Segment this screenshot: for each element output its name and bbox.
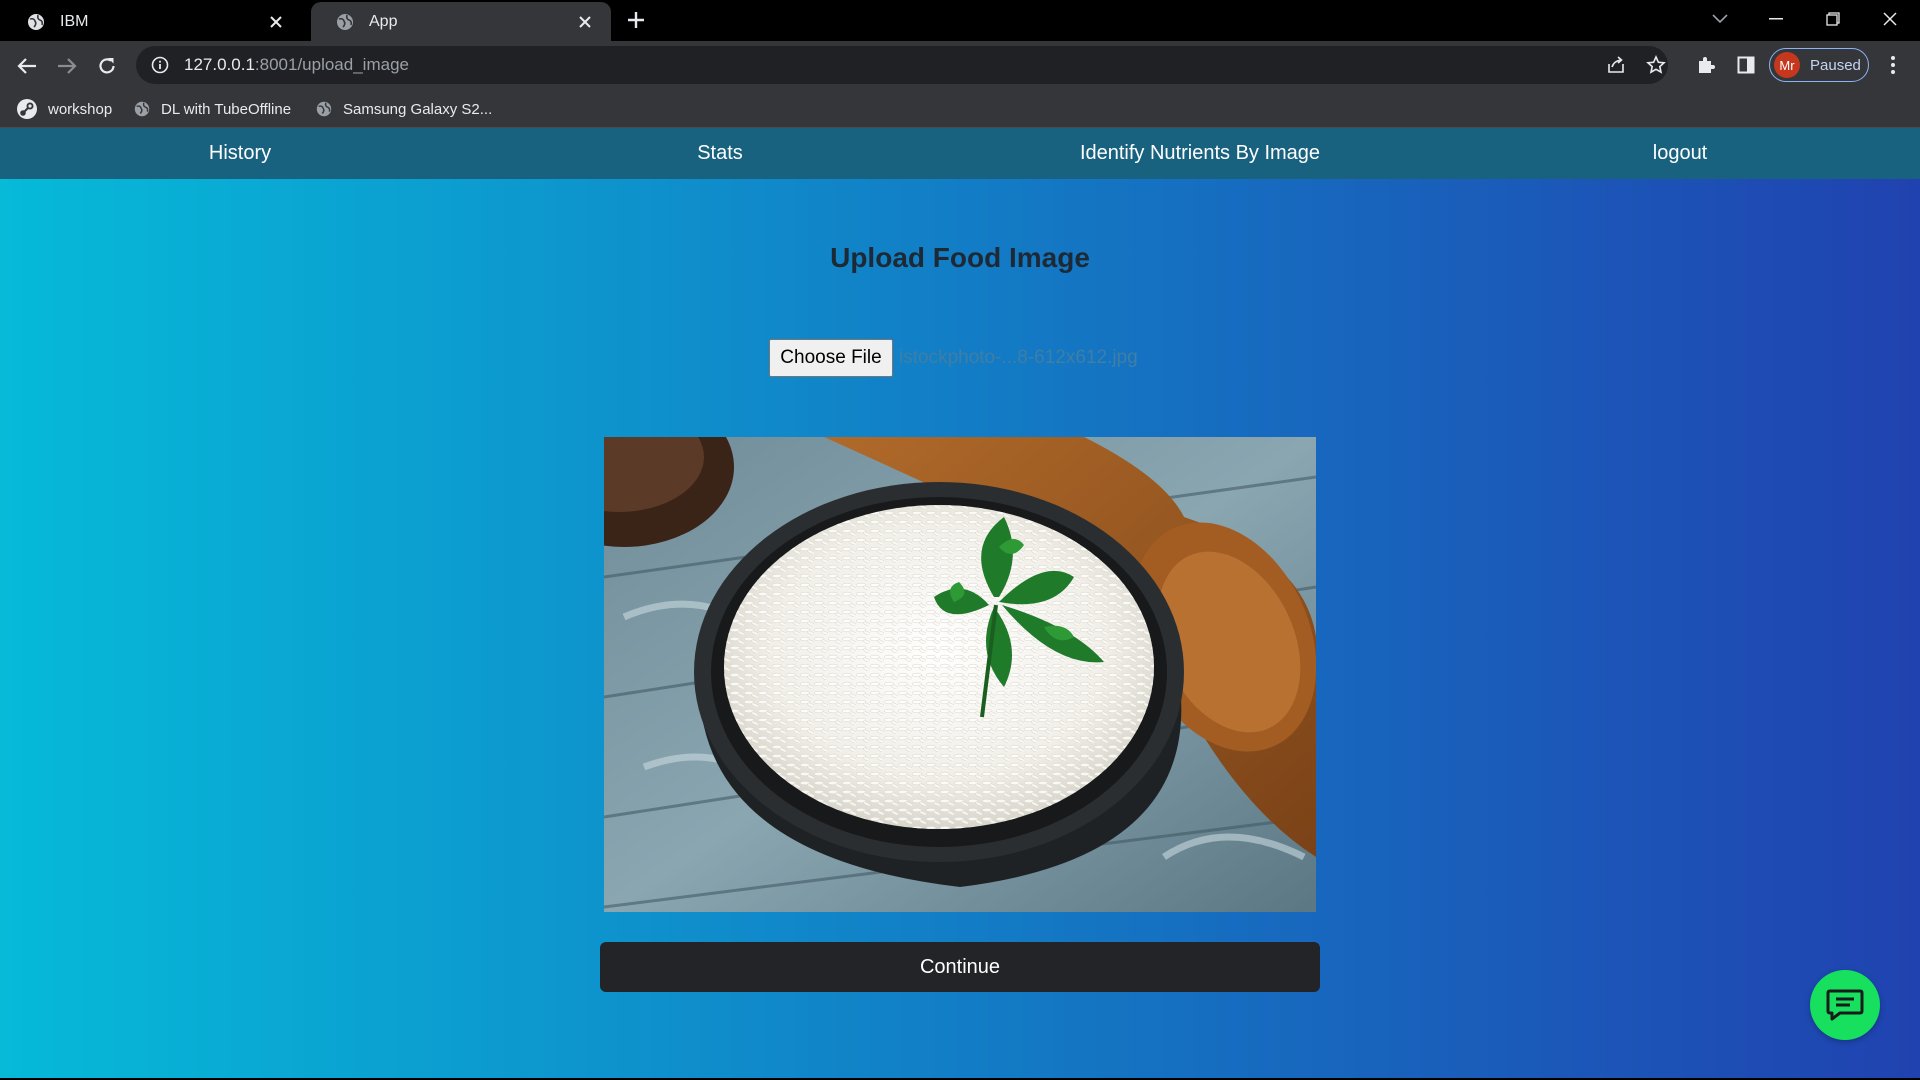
globe-icon [337, 13, 353, 30]
profile-button[interactable]: Mr Paused [1769, 48, 1869, 82]
bookmark-label: Samsung Galaxy S2... [343, 100, 493, 118]
browser-toolbar: 127.0.0.1:8001/upload_image Mr Paused [0, 41, 1920, 90]
nav-stats[interactable]: Stats [480, 128, 960, 179]
app-navbar: History Stats Identify Nutrients By Imag… [0, 128, 1920, 179]
chat-icon [1826, 989, 1864, 1021]
close-window-icon[interactable] [1862, 0, 1918, 38]
info-icon[interactable] [150, 55, 170, 75]
url-host: 127.0.0.1 [184, 55, 255, 74]
chat-button[interactable] [1810, 970, 1880, 1040]
bookmark-label: DL with TubeOffline [161, 100, 292, 118]
file-input[interactable]: Choose File istockphoto-...8-612x612.jpg [769, 339, 1138, 377]
globe-icon [134, 101, 150, 117]
extensions-icon[interactable] [1694, 53, 1718, 77]
avatar: Mr [1774, 52, 1800, 78]
steam-icon [17, 99, 37, 119]
bookmark-label: workshop [48, 100, 113, 118]
continue-button[interactable]: Continue [600, 942, 1320, 992]
forward-icon[interactable] [50, 49, 84, 83]
browser-tab-ibm[interactable]: IBM [2, 2, 302, 41]
new-tab-button[interactable] [622, 6, 650, 34]
menu-dots-icon[interactable] [1881, 53, 1905, 77]
address-bar[interactable]: 127.0.0.1:8001/upload_image [136, 46, 1668, 84]
bookmark-star-icon[interactable] [1646, 55, 1666, 75]
globe-icon [28, 13, 44, 30]
page-title: Upload Food Image [830, 242, 1090, 273]
globe-icon [316, 101, 332, 117]
close-icon[interactable] [573, 10, 597, 34]
share-icon[interactable] [1606, 55, 1626, 75]
nav-history[interactable]: History [0, 128, 480, 179]
choose-file-button[interactable]: Choose File [769, 339, 893, 377]
side-panel-icon[interactable] [1734, 53, 1758, 77]
close-icon[interactable] [264, 10, 288, 34]
nav-logout[interactable]: logout [1440, 128, 1920, 179]
tab-search-icon[interactable] [1692, 0, 1748, 38]
browser-tab-strip: IBM App [0, 0, 1920, 41]
tab-title: App [369, 12, 398, 30]
profile-status: Paused [1810, 56, 1861, 74]
bookmark-samsung-galaxy[interactable]: Samsung Galaxy S2... [315, 96, 492, 122]
food-image-preview [604, 437, 1316, 912]
nav-identify-nutrients[interactable]: Identify Nutrients By Image [960, 128, 1440, 179]
bookmark-dl-tubeoffline[interactable]: DL with TubeOffline [133, 96, 291, 122]
bookmarks-bar: workshop DL with TubeOffline Samsung Gal… [0, 90, 1920, 128]
reload-icon[interactable] [90, 49, 124, 83]
bookmark-workshop[interactable]: workshop [16, 96, 112, 122]
url-path: :8001/upload_image [254, 55, 409, 74]
back-icon[interactable] [10, 49, 44, 83]
page-content: History Stats Identify Nutrients By Imag… [0, 128, 1920, 1078]
tab-title: IBM [60, 12, 89, 30]
browser-tab-app[interactable]: App [311, 2, 611, 41]
restore-icon[interactable] [1805, 0, 1861, 38]
selected-file-name: istockphoto-...8-612x612.jpg [899, 347, 1138, 368]
minimize-icon[interactable] [1748, 0, 1804, 38]
